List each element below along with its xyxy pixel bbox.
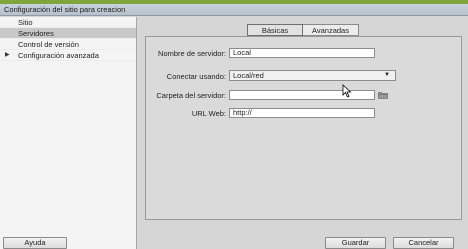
tab-basicas[interactable]: Básicas xyxy=(247,24,303,36)
sidebar-item-label: Configuración avanzada xyxy=(18,51,99,60)
sidebar-item-configuracion-avanzada[interactable]: ▶ Configuración avanzada xyxy=(0,50,136,61)
server-folder-input[interactable] xyxy=(229,90,375,100)
chevron-down-icon: ▼ xyxy=(384,72,390,78)
sidebar: Sitio Servidores Control de versión ▶ Co… xyxy=(0,17,137,249)
sidebar-item-label: Sitio xyxy=(18,18,33,27)
sidebar-item-control-version[interactable]: Control de versión xyxy=(0,39,136,50)
connect-using-label: Conectar usando: xyxy=(166,72,226,81)
url-web-label: URL Web: xyxy=(191,109,226,118)
tab-bar: Básicas Avanzadas xyxy=(247,24,359,36)
sidebar-item-sitio[interactable]: Sitio xyxy=(0,17,136,28)
server-folder-label: Carpeta del servidor: xyxy=(156,91,226,100)
cancel-button[interactable]: Cancelar xyxy=(393,237,454,249)
server-settings-panel: Básicas Avanzadas Nombre de servidor: Lo… xyxy=(3,20,462,249)
connect-using-value: Local/red xyxy=(233,71,264,80)
expand-arrow-icon[interactable]: ▶ xyxy=(5,50,10,61)
sidebar-item-label: Control de versión xyxy=(18,40,79,49)
help-button[interactable]: Ayuda xyxy=(3,237,67,249)
server-name-input[interactable]: Local xyxy=(229,48,375,58)
save-button[interactable]: Guardar xyxy=(325,237,386,249)
window-title: Configuración del sitio para creacion xyxy=(0,4,468,16)
folder-icon[interactable] xyxy=(378,91,388,99)
sidebar-item-servidores[interactable]: Servidores xyxy=(0,28,136,39)
server-name-label: Nombre de servidor: xyxy=(158,49,226,58)
mouse-cursor-icon xyxy=(342,84,352,98)
connect-using-select[interactable]: Local/red ▼ xyxy=(229,70,396,81)
server-form: Nombre de servidor: Local Conectar usand… xyxy=(145,36,462,220)
tab-avanzadas[interactable]: Avanzadas xyxy=(303,24,359,36)
url-web-input[interactable]: http:// xyxy=(229,108,375,118)
sidebar-item-label: Servidores xyxy=(18,29,54,38)
